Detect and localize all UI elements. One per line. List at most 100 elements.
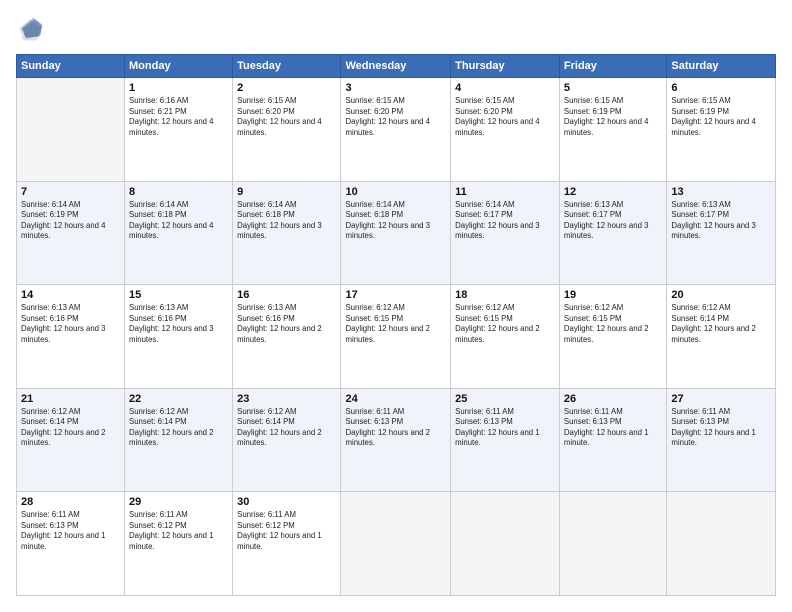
- calendar-cell: 21 Sunrise: 6:12 AMSunset: 6:14 PMDayligh…: [17, 388, 125, 492]
- day-info: Sunrise: 6:11 AMSunset: 6:13 PMDaylight:…: [564, 407, 662, 449]
- day-info: Sunrise: 6:12 AMSunset: 6:15 PMDaylight:…: [455, 303, 555, 345]
- logo: [16, 16, 48, 44]
- calendar-cell: 18 Sunrise: 6:12 AMSunset: 6:15 PMDayligh…: [451, 285, 560, 389]
- calendar-cell: 25 Sunrise: 6:11 AMSunset: 6:13 PMDayligh…: [451, 388, 560, 492]
- calendar-cell: 17 Sunrise: 6:12 AMSunset: 6:15 PMDayligh…: [341, 285, 451, 389]
- day-info: Sunrise: 6:11 AMSunset: 6:13 PMDaylight:…: [21, 510, 120, 552]
- calendar-cell: 20 Sunrise: 6:12 AMSunset: 6:14 PMDayligh…: [667, 285, 776, 389]
- calendar-cell: 4 Sunrise: 6:15 AMSunset: 6:20 PMDaylight…: [451, 78, 560, 182]
- weekday-header: Thursday: [451, 55, 560, 78]
- day-info: Sunrise: 6:12 AMSunset: 6:14 PMDaylight:…: [671, 303, 771, 345]
- day-number: 28: [21, 496, 120, 508]
- day-number: 13: [671, 186, 771, 198]
- calendar-cell: 30Sunrise: 6:11 AMSunset: 6:12 PMDayligh…: [233, 492, 341, 596]
- day-number: 3: [345, 82, 446, 94]
- day-number: 24: [345, 393, 446, 405]
- day-info: Sunrise: 6:15 AMSunset: 6:19 PMDaylight:…: [671, 96, 771, 138]
- day-info: Sunrise: 6:14 AMSunset: 6:17 PMDaylight:…: [455, 200, 555, 242]
- day-info: Sunrise: 6:13 AMSunset: 6:16 PMDaylight:…: [21, 303, 120, 345]
- calendar-cell: 28 Sunrise: 6:11 AMSunset: 6:13 PMDayligh…: [17, 492, 125, 596]
- day-number: 23: [237, 393, 336, 405]
- day-info: Sunrise: 6:12 AMSunset: 6:15 PMDaylight:…: [345, 303, 446, 345]
- day-info: Sunrise: 6:13 AMSunset: 6:17 PMDaylight:…: [564, 200, 662, 242]
- calendar-cell: 3 Sunrise: 6:15 AMSunset: 6:20 PMDaylight…: [341, 78, 451, 182]
- day-number: 4: [455, 82, 555, 94]
- calendar-cell: 7 Sunrise: 6:14 AMSunset: 6:19 PMDaylight…: [17, 181, 125, 285]
- calendar-week-row: 14 Sunrise: 6:13 AMSunset: 6:16 PMDayligh…: [17, 285, 776, 389]
- calendar-cell: [559, 492, 666, 596]
- calendar-cell: 5 Sunrise: 6:15 AMSunset: 6:19 PMDaylight…: [559, 78, 666, 182]
- calendar-week-row: 21 Sunrise: 6:12 AMSunset: 6:14 PMDayligh…: [17, 388, 776, 492]
- calendar-cell: 2 Sunrise: 6:15 AMSunset: 6:20 PMDaylight…: [233, 78, 341, 182]
- calendar-cell: 26 Sunrise: 6:11 AMSunset: 6:13 PMDayligh…: [559, 388, 666, 492]
- weekday-header: Saturday: [667, 55, 776, 78]
- day-number: 15: [129, 289, 228, 301]
- day-number: 12: [564, 186, 662, 198]
- header: [16, 16, 776, 44]
- day-number: 16: [237, 289, 336, 301]
- day-info: Sunrise: 6:14 AMSunset: 6:19 PMDaylight:…: [21, 200, 120, 242]
- day-info: Sunrise: 6:11 AMSunset: 6:12 PMDaylight:…: [237, 510, 336, 552]
- day-info: Sunrise: 6:15 AMSunset: 6:20 PMDaylight:…: [237, 96, 336, 138]
- day-number: 26: [564, 393, 662, 405]
- day-number: 10: [345, 186, 446, 198]
- day-info: Sunrise: 6:12 AMSunset: 6:15 PMDaylight:…: [564, 303, 662, 345]
- day-number: 21: [21, 393, 120, 405]
- day-info: Sunrise: 6:13 AMSunset: 6:16 PMDaylight:…: [129, 303, 228, 345]
- day-number: 2: [237, 82, 336, 94]
- calendar-cell: [17, 78, 125, 182]
- calendar-header-row: SundayMondayTuesdayWednesdayThursdayFrid…: [17, 55, 776, 78]
- day-info: Sunrise: 6:15 AMSunset: 6:20 PMDaylight:…: [345, 96, 446, 138]
- calendar-cell: 29 Sunrise: 6:11 AMSunset: 6:12 PMDayligh…: [125, 492, 233, 596]
- calendar-cell: 10Sunrise: 6:14 AMSunset: 6:18 PMDayligh…: [341, 181, 451, 285]
- day-number: 17: [345, 289, 446, 301]
- logo-icon: [16, 16, 44, 44]
- calendar-cell: [341, 492, 451, 596]
- day-info: Sunrise: 6:11 AMSunset: 6:13 PMDaylight:…: [345, 407, 446, 449]
- day-info: Sunrise: 6:16 AMSunset: 6:21 PMDaylight:…: [129, 96, 228, 138]
- calendar-cell: 6Sunrise: 6:15 AMSunset: 6:19 PMDaylight…: [667, 78, 776, 182]
- calendar-cell: 8Sunrise: 6:14 AMSunset: 6:18 PMDaylight…: [125, 181, 233, 285]
- day-info: Sunrise: 6:12 AMSunset: 6:14 PMDaylight:…: [237, 407, 336, 449]
- day-info: Sunrise: 6:11 AMSunset: 6:12 PMDaylight:…: [129, 510, 228, 552]
- day-info: Sunrise: 6:12 AMSunset: 6:14 PMDaylight:…: [21, 407, 120, 449]
- calendar-cell: 11Sunrise: 6:14 AMSunset: 6:17 PMDayligh…: [451, 181, 560, 285]
- day-number: 27: [671, 393, 771, 405]
- day-number: 1: [129, 82, 228, 94]
- day-number: 25: [455, 393, 555, 405]
- calendar-cell: 12 Sunrise: 6:13 AMSunset: 6:17 PMDayligh…: [559, 181, 666, 285]
- calendar-table: SundayMondayTuesdayWednesdayThursdayFrid…: [16, 54, 776, 596]
- calendar-week-row: 7 Sunrise: 6:14 AMSunset: 6:19 PMDaylight…: [17, 181, 776, 285]
- calendar-cell: 23 Sunrise: 6:12 AMSunset: 6:14 PMDayligh…: [233, 388, 341, 492]
- weekday-header: Wednesday: [341, 55, 451, 78]
- day-number: 22: [129, 393, 228, 405]
- day-info: Sunrise: 6:11 AMSunset: 6:13 PMDaylight:…: [671, 407, 771, 449]
- calendar-cell: 24 Sunrise: 6:11 AMSunset: 6:13 PMDayligh…: [341, 388, 451, 492]
- day-number: 7: [21, 186, 120, 198]
- day-number: 18: [455, 289, 555, 301]
- weekday-header: Tuesday: [233, 55, 341, 78]
- day-number: 20: [671, 289, 771, 301]
- weekday-header: Sunday: [17, 55, 125, 78]
- calendar-cell: 19Sunrise: 6:12 AMSunset: 6:15 PMDayligh…: [559, 285, 666, 389]
- calendar-cell: 1 Sunrise: 6:16 AMSunset: 6:21 PMDaylight…: [125, 78, 233, 182]
- calendar-cell: [451, 492, 560, 596]
- calendar-cell: 9Sunrise: 6:14 AMSunset: 6:18 PMDaylight…: [233, 181, 341, 285]
- calendar-cell: 22Sunrise: 6:12 AMSunset: 6:14 PMDayligh…: [125, 388, 233, 492]
- weekday-header: Friday: [559, 55, 666, 78]
- day-number: 5: [564, 82, 662, 94]
- calendar-cell: 13 Sunrise: 6:13 AMSunset: 6:17 PMDayligh…: [667, 181, 776, 285]
- day-info: Sunrise: 6:14 AMSunset: 6:18 PMDaylight:…: [129, 200, 228, 242]
- calendar-cell: 16 Sunrise: 6:13 AMSunset: 6:16 PMDayligh…: [233, 285, 341, 389]
- day-info: Sunrise: 6:11 AMSunset: 6:13 PMDaylight:…: [455, 407, 555, 449]
- weekday-header: Monday: [125, 55, 233, 78]
- day-info: Sunrise: 6:13 AMSunset: 6:17 PMDaylight:…: [671, 200, 771, 242]
- calendar-week-row: 1 Sunrise: 6:16 AMSunset: 6:21 PMDaylight…: [17, 78, 776, 182]
- day-number: 14: [21, 289, 120, 301]
- day-info: Sunrise: 6:13 AMSunset: 6:16 PMDaylight:…: [237, 303, 336, 345]
- day-number: 29: [129, 496, 228, 508]
- calendar-cell: 14 Sunrise: 6:13 AMSunset: 6:16 PMDayligh…: [17, 285, 125, 389]
- day-info: Sunrise: 6:15 AMSunset: 6:20 PMDaylight:…: [455, 96, 555, 138]
- day-info: Sunrise: 6:15 AMSunset: 6:19 PMDaylight:…: [564, 96, 662, 138]
- calendar-cell: 15 Sunrise: 6:13 AMSunset: 6:16 PMDayligh…: [125, 285, 233, 389]
